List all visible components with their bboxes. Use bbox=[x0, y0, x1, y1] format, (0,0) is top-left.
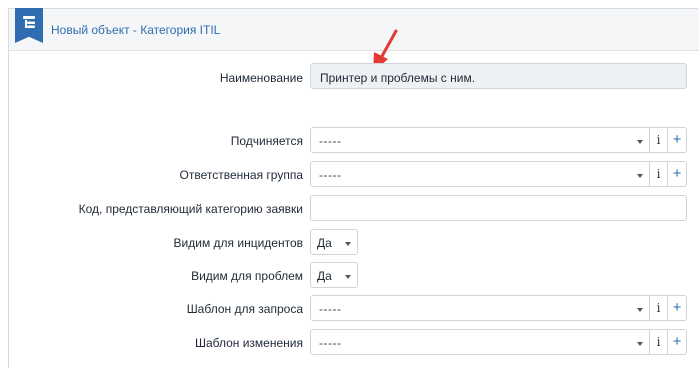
chevron-down-icon bbox=[637, 308, 643, 312]
panel-header: Новый объект - Категория ITIL bbox=[9, 8, 699, 51]
group-add-button[interactable]: + bbox=[668, 161, 687, 187]
visible-incidents-value: Да bbox=[317, 236, 332, 250]
chevron-down-icon bbox=[637, 174, 643, 178]
request-template-value: ----- bbox=[319, 302, 342, 316]
change-template-add-button[interactable]: + bbox=[668, 329, 687, 355]
group-select[interactable]: ----- bbox=[310, 161, 650, 187]
request-template-add-button[interactable]: + bbox=[668, 295, 687, 321]
request-template-select[interactable]: ----- bbox=[310, 295, 650, 321]
code-label: Код, представляющий категорию заявки bbox=[78, 202, 303, 216]
page-title: Новый объект - Категория ITIL bbox=[51, 23, 221, 37]
request-template-info-button[interactable]: i bbox=[650, 295, 668, 321]
hierarchy-icon bbox=[23, 16, 35, 28]
code-input[interactable] bbox=[310, 195, 687, 221]
name-field[interactable]: Принтер и проблемы с ним. bbox=[310, 63, 687, 89]
parent-label: Подчиняется bbox=[230, 134, 303, 148]
visible-problems-select[interactable]: Да bbox=[310, 262, 358, 288]
change-template-value: ----- bbox=[319, 336, 342, 350]
chevron-down-icon bbox=[345, 242, 351, 246]
change-template-label: Шаблон изменения bbox=[194, 336, 303, 350]
change-template-select[interactable]: ----- bbox=[310, 329, 650, 355]
name-value: Принтер и проблемы с ним. bbox=[320, 71, 476, 85]
visible-incidents-label: Видим для инцидентов bbox=[173, 236, 303, 250]
name-label: Наименование bbox=[219, 71, 303, 85]
parent-info-button[interactable]: i bbox=[650, 127, 668, 153]
chevron-down-icon bbox=[637, 140, 643, 144]
group-label: Ответственная группа bbox=[179, 168, 303, 182]
header-badge bbox=[15, 8, 43, 43]
parent-select[interactable]: ----- bbox=[310, 127, 650, 153]
group-value: ----- bbox=[319, 168, 342, 182]
visible-problems-label: Видим для проблем bbox=[191, 269, 303, 283]
visible-incidents-select[interactable]: Да bbox=[310, 229, 358, 255]
change-template-info-button[interactable]: i bbox=[650, 329, 668, 355]
visible-problems-value: Да bbox=[317, 269, 332, 283]
parent-add-button[interactable]: + bbox=[668, 127, 687, 153]
request-template-label: Шаблон для запроса bbox=[186, 302, 303, 316]
parent-value: ----- bbox=[319, 134, 342, 148]
chevron-down-icon bbox=[637, 342, 643, 346]
chevron-down-icon bbox=[345, 275, 351, 279]
group-info-button[interactable]: i bbox=[650, 161, 668, 187]
